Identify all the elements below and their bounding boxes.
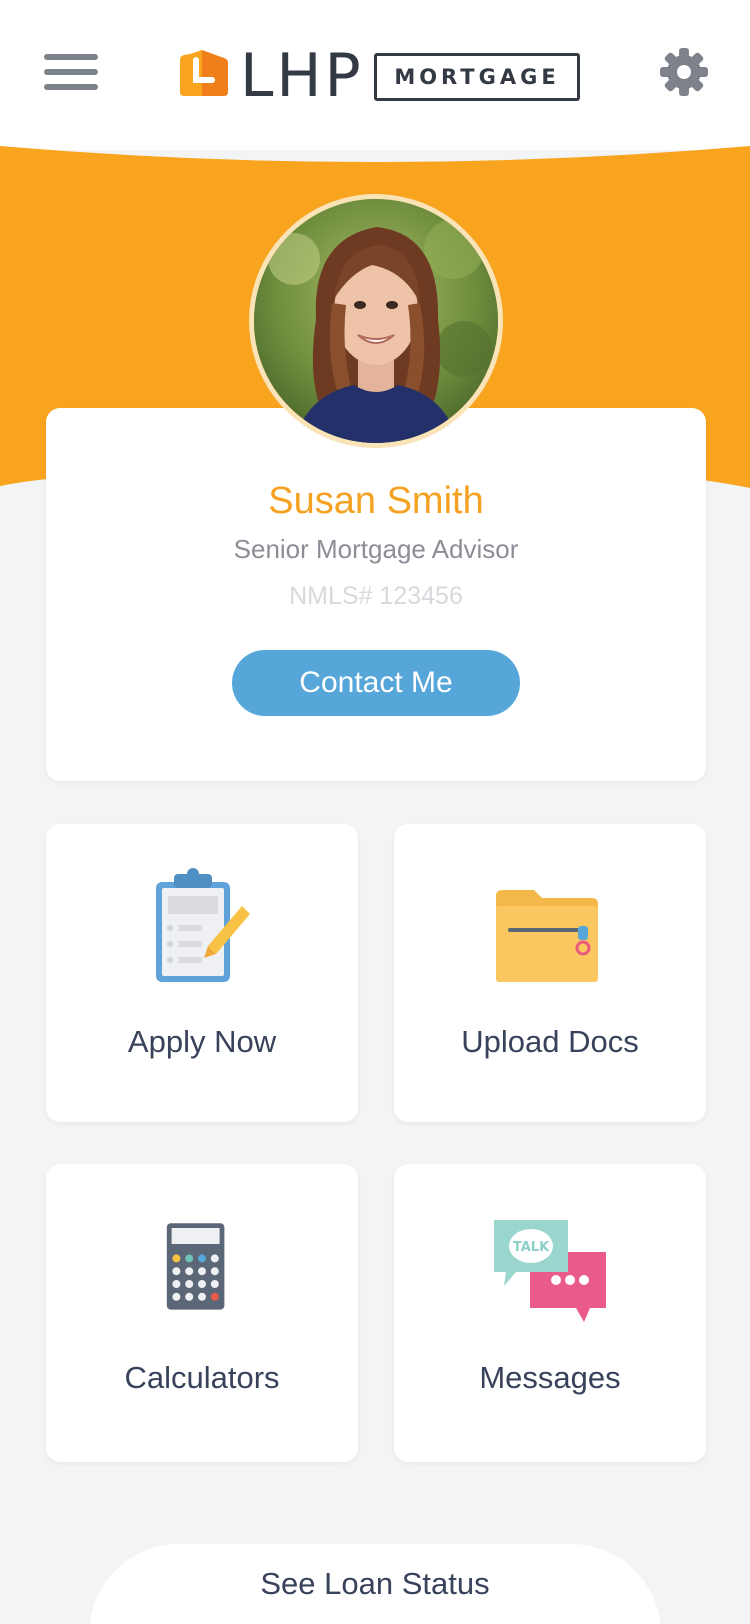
chat-bubbles-icon: TALK [494, 1220, 606, 1322]
app-header: LHP MORTGAGE [0, 0, 750, 150]
talk-bubble-text: TALK [513, 1240, 550, 1255]
apply-now-tile[interactable]: Apply Now [46, 824, 358, 1122]
calculator-icon [166, 1223, 225, 1310]
advisor-avatar [249, 194, 503, 448]
see-loan-status-label: See Loan Status [260, 1566, 490, 1601]
contact-me-button[interactable]: Contact Me [232, 650, 520, 716]
see-loan-status-button[interactable]: See Loan Status [89, 1544, 661, 1624]
upload-docs-tile[interactable]: Upload Docs [394, 824, 706, 1122]
messages-label: Messages [479, 1360, 621, 1395]
messages-tile[interactable]: TALK Messages [394, 1164, 706, 1462]
brand-logo: LHP MORTGAGE [180, 41, 585, 111]
hamburger-menu-icon[interactable] [44, 52, 100, 92]
folder-zipper-icon [496, 890, 598, 982]
brand-tag: MORTGAGE [374, 53, 580, 101]
lhp-logo-mark [180, 50, 228, 96]
avatar-photo [254, 199, 498, 443]
advisor-title: Senior Mortgage Advisor [233, 534, 519, 564]
brand-name: LHP [240, 41, 364, 111]
gear-icon[interactable] [660, 48, 708, 96]
advisor-nmls: NMLS# 123456 [289, 582, 463, 610]
advisor-name: Susan Smith [268, 480, 484, 522]
upload-docs-label: Upload Docs [461, 1024, 639, 1059]
clipboard-pencil-icon [156, 868, 250, 982]
apply-now-label: Apply Now [127, 1024, 277, 1059]
calculators-tile[interactable]: Calculators [46, 1164, 358, 1462]
advisor-card: Susan Smith Senior Mortgage Advisor NMLS… [46, 408, 706, 781]
calculators-label: Calculators [124, 1360, 280, 1395]
